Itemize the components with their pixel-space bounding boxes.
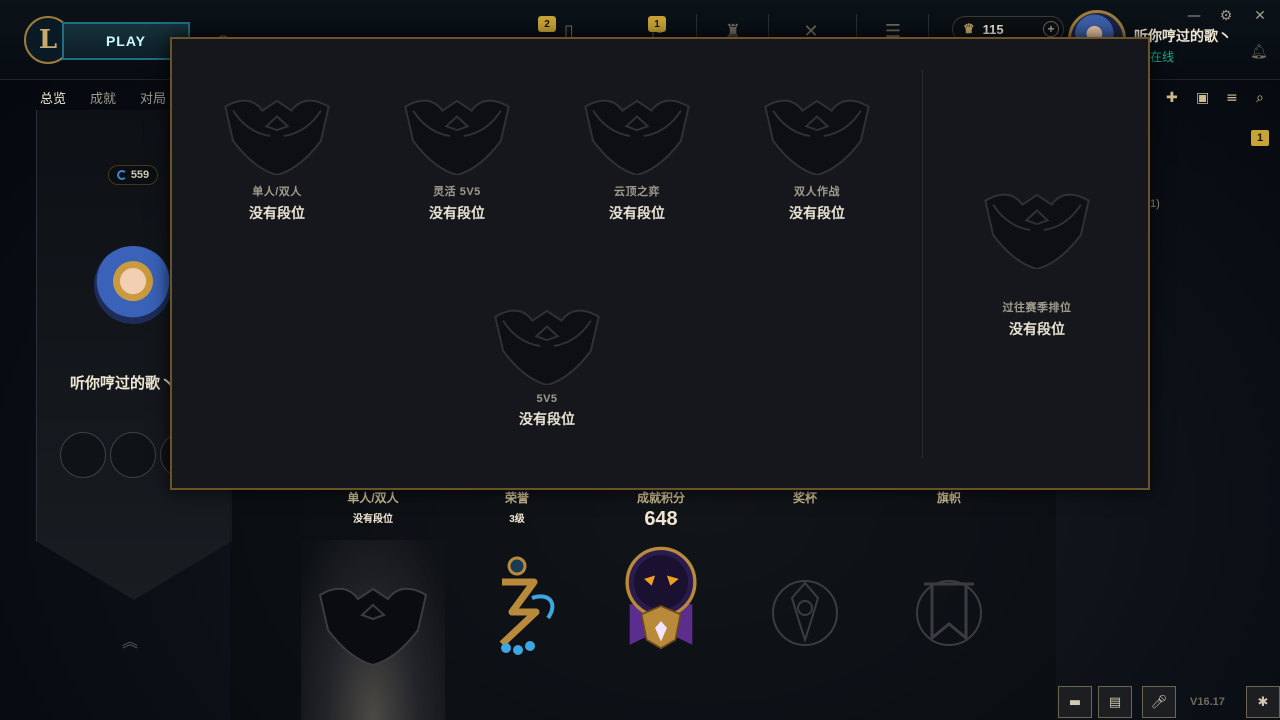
honor-emblem-icon (499, 556, 555, 655)
showcase-banner-label: 旗帜 (936, 491, 961, 505)
past-season-value: 没有段位 (1009, 321, 1065, 337)
unranked-emblem-icon (224, 99, 330, 175)
ranked-overview-modal: 单人/双人 没有段位 灵活 5V5 没有段位 云顶之弈 没有段位 双人作战 没有… (170, 37, 1150, 490)
settings-button[interactable]: ⚙ (1216, 6, 1236, 26)
rank-queue-name: 双人作战 (794, 186, 840, 198)
collection-notification-badge: 2 (538, 16, 556, 32)
tab-match-history[interactable]: 对局 (140, 88, 166, 113)
loot-notification-badge: 1 (648, 16, 666, 32)
rank-flex[interactable]: 灵活 5V5 没有段位 (377, 97, 537, 223)
rank-solo-duo[interactable]: 单人/双人 没有段位 (197, 97, 357, 223)
tab-overview[interactable]: 总览 (40, 88, 67, 113)
chat-button[interactable]: ▬ (1058, 686, 1092, 718)
challenge-slot[interactable] (110, 432, 156, 478)
banner-empty-icon (916, 580, 982, 646)
rank-tft[interactable]: 云顶之弈 没有段位 (557, 97, 717, 223)
unranked-emblem-icon (584, 99, 690, 175)
unranked-emblem-icon (494, 309, 600, 385)
essence-icon: ♛ (963, 21, 975, 36)
minimize-button[interactable]: — (1184, 6, 1204, 26)
bug-report-button[interactable]: ✱ (1246, 686, 1280, 718)
client-version: V16.17 (1190, 696, 1225, 708)
showcase-ranked-label: 单人/双人 (347, 491, 399, 505)
unranked-emblem-icon (984, 193, 1090, 269)
add-currency-button[interactable]: + (1043, 21, 1059, 37)
unranked-emblem-icon (764, 99, 870, 175)
rank-past-season[interactable]: 过往赛季排位 没有段位 (957, 191, 1117, 339)
missions-button[interactable]: ▤ (1098, 686, 1132, 718)
search-icon[interactable]: ⌕ (1256, 90, 1264, 106)
rank-queue-name: 5V5 (536, 393, 558, 405)
rank-queue-name: 灵活 5V5 (433, 186, 481, 198)
showcase-honor-label: 荣誉 (504, 491, 529, 505)
level-progress-icon (116, 170, 127, 180)
achievement-score: 648 (644, 508, 678, 530)
close-button[interactable]: ✕ (1250, 6, 1270, 26)
tab-achievements[interactable]: 成就 (90, 88, 116, 113)
rank-double-up[interactable]: 双人作战 没有段位 (737, 97, 897, 223)
trophy-empty-icon (772, 580, 838, 646)
rank-tier-value: 没有段位 (429, 205, 485, 221)
showcase-trophy-label: 奖杯 (792, 491, 817, 505)
unranked-emblem-icon (404, 99, 510, 175)
notifications-bell-icon[interactable]: 🔔︎ (1250, 44, 1268, 60)
showcase-honor-level: 3级 (509, 514, 525, 525)
rank-5v5[interactable]: 5V5 没有段位 (467, 307, 627, 429)
add-friend-icon[interactable]: ✚ (1166, 90, 1178, 106)
summoner-level: 559 (108, 165, 158, 185)
rank-queue-name: 单人/双人 (252, 186, 302, 198)
friend-group-count: 1) (1150, 198, 1160, 210)
rank-queue-name: 云顶之弈 (614, 186, 660, 198)
client-window: L PLAY ◎ ▯ 2 ⚑ 1 ♜ ✕ ☰ ♛ 115 + 听你哼过的歌丶 在… (0, 0, 1280, 720)
level-value: 559 (130, 169, 150, 181)
modal-divider (922, 69, 923, 459)
showcase-ranked-value: 没有段位 (353, 514, 393, 525)
profile-avatar[interactable] (94, 246, 172, 324)
challenge-slot[interactable] (60, 432, 106, 478)
online-status[interactable]: 在线 (1150, 48, 1174, 65)
unranked-emblem-icon (318, 587, 428, 667)
rank-tier-value: 没有段位 (789, 205, 845, 221)
rank-tier-value: 没有段位 (519, 411, 575, 427)
chevron-up-icon[interactable]: ︽ (122, 628, 138, 652)
friend-request-badge: 1 (1251, 130, 1269, 146)
profile-name: 听你哼过的歌丶 (70, 375, 176, 392)
list-view-icon[interactable]: ≡ (1226, 90, 1238, 106)
achievement-crest-icon (625, 546, 697, 650)
showcase-achievement-label: 成就积分 (636, 491, 685, 505)
rank-tier-value: 没有段位 (249, 205, 305, 221)
currency-amount: 115 (982, 21, 1004, 37)
add-folder-icon[interactable]: ▣ (1196, 90, 1209, 106)
past-season-label: 过往赛季排位 (1002, 302, 1072, 314)
showcase-achievement[interactable]: 成就积分 648 (589, 483, 733, 531)
profile-tabs: 总览 成就 对局 (40, 88, 166, 113)
rank-tier-value: 没有段位 (609, 205, 665, 221)
voice-button[interactable]: 🎤︎ (1142, 686, 1176, 718)
